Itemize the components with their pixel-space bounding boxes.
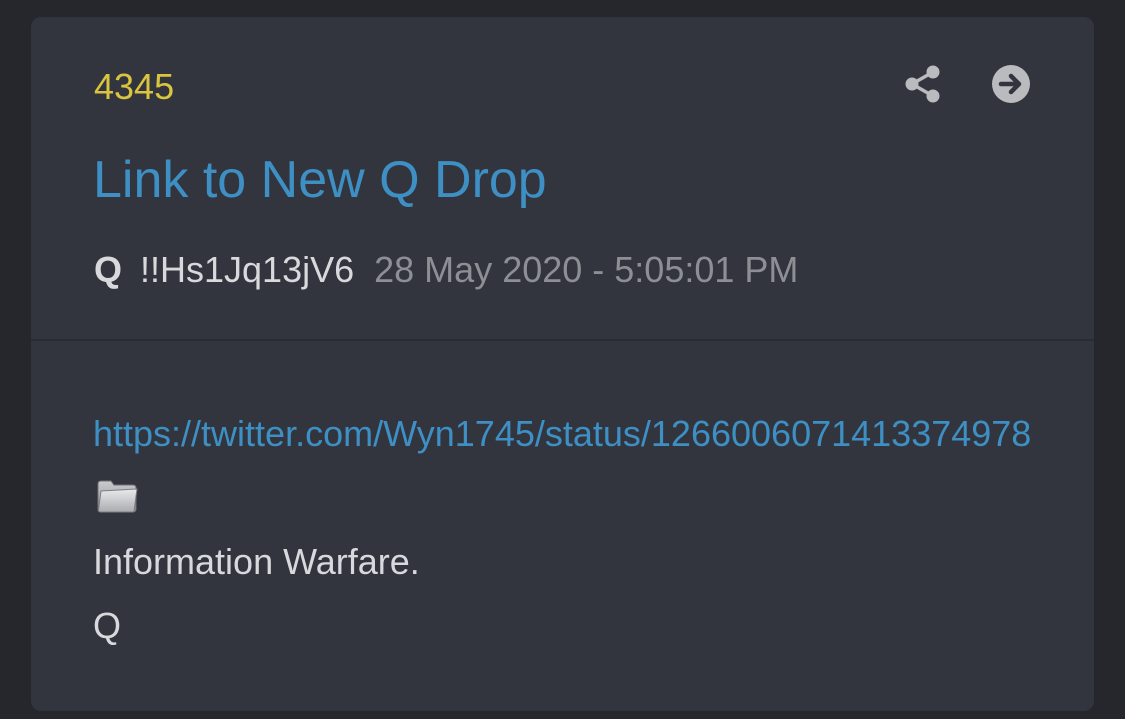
post-body: https://twitter.com/Wyn1745/status/12660… [93,402,1043,658]
post-timestamp: 28 May 2020 - 5:05:01 PM [374,249,799,290]
share-icon [905,65,940,103]
post-meta: Q !!Hs1Jq13jV6 28 May 2020 - 5:05:01 PM [94,247,798,293]
post-title-link[interactable]: Link to New Q Drop [93,149,547,211]
tripcode: !!Hs1Jq13jV6 [140,249,355,290]
post-card: 4345 Link to New Q Drop Q !!Hs1Jq13jV6 28 … [31,17,1094,711]
post-link-line: https://twitter.com/Wyn1745/status/12660… [93,402,1043,530]
folder-icon [97,480,138,513]
arrow-right-circle-icon [992,65,1030,103]
share-button[interactable] [903,64,943,104]
twitter-status-link[interactable]: https://twitter.com/Wyn1745/status/12660… [93,413,1031,454]
post-signature: Q [93,605,122,646]
post-header: 4345 Link to New Q Drop Q !!Hs1Jq13jV6 28 … [31,17,1094,341]
post-number: 4345 [94,66,175,107]
author-name: Q [94,249,123,290]
post-text-line: Information Warfare. [93,541,420,582]
open-post-button[interactable] [991,64,1031,104]
